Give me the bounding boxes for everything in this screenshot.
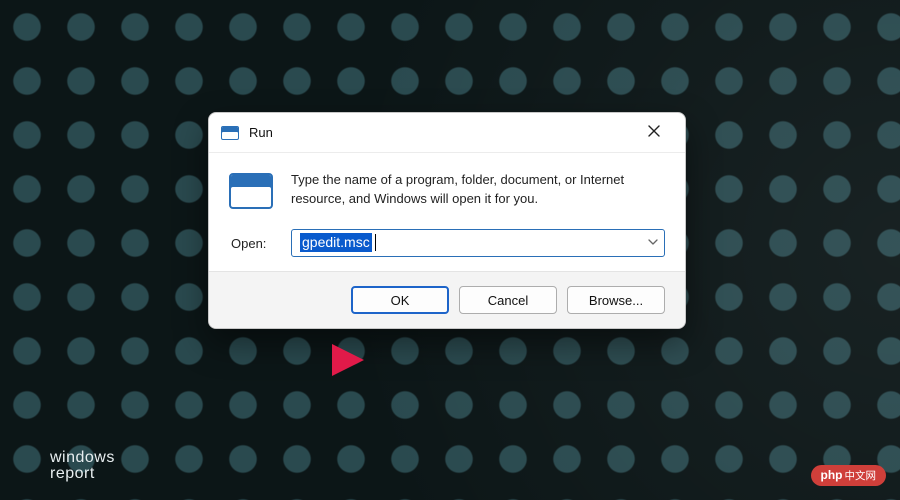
open-input-wrap: gpedit.msc bbox=[291, 229, 665, 257]
browse-button[interactable]: Browse... bbox=[567, 286, 665, 314]
annotation-arrow bbox=[228, 330, 368, 384]
run-app-icon bbox=[221, 126, 239, 140]
badge-main: php bbox=[821, 468, 843, 482]
close-button[interactable] bbox=[637, 119, 671, 147]
instruction-text: Type the name of a program, folder, docu… bbox=[291, 171, 665, 209]
run-illustration-icon bbox=[229, 173, 273, 209]
run-dialog: Run Type the name of a program, folder, … bbox=[208, 112, 686, 329]
watermark-line2: report bbox=[50, 466, 115, 482]
ok-button[interactable]: OK bbox=[351, 286, 449, 314]
dialog-body: Type the name of a program, folder, docu… bbox=[209, 153, 685, 271]
titlebar-left: Run bbox=[221, 125, 273, 140]
text-caret bbox=[375, 234, 376, 251]
open-label: Open: bbox=[229, 236, 281, 251]
cancel-button[interactable]: Cancel bbox=[459, 286, 557, 314]
dialog-footer: OK Cancel Browse... bbox=[209, 271, 685, 328]
close-icon bbox=[648, 124, 660, 142]
titlebar: Run bbox=[209, 113, 685, 153]
desktop-background: Run Type the name of a program, folder, … bbox=[0, 0, 900, 500]
watermark-php-badge: php 中文网 bbox=[811, 465, 887, 486]
chevron-down-icon[interactable] bbox=[648, 234, 658, 252]
watermark-line1: windows bbox=[50, 449, 115, 466]
watermark-windows-report: windows report bbox=[50, 450, 115, 482]
window-title: Run bbox=[249, 125, 273, 140]
badge-suffix: 中文网 bbox=[845, 468, 877, 483]
open-input-selected-text: gpedit.msc bbox=[300, 233, 372, 252]
